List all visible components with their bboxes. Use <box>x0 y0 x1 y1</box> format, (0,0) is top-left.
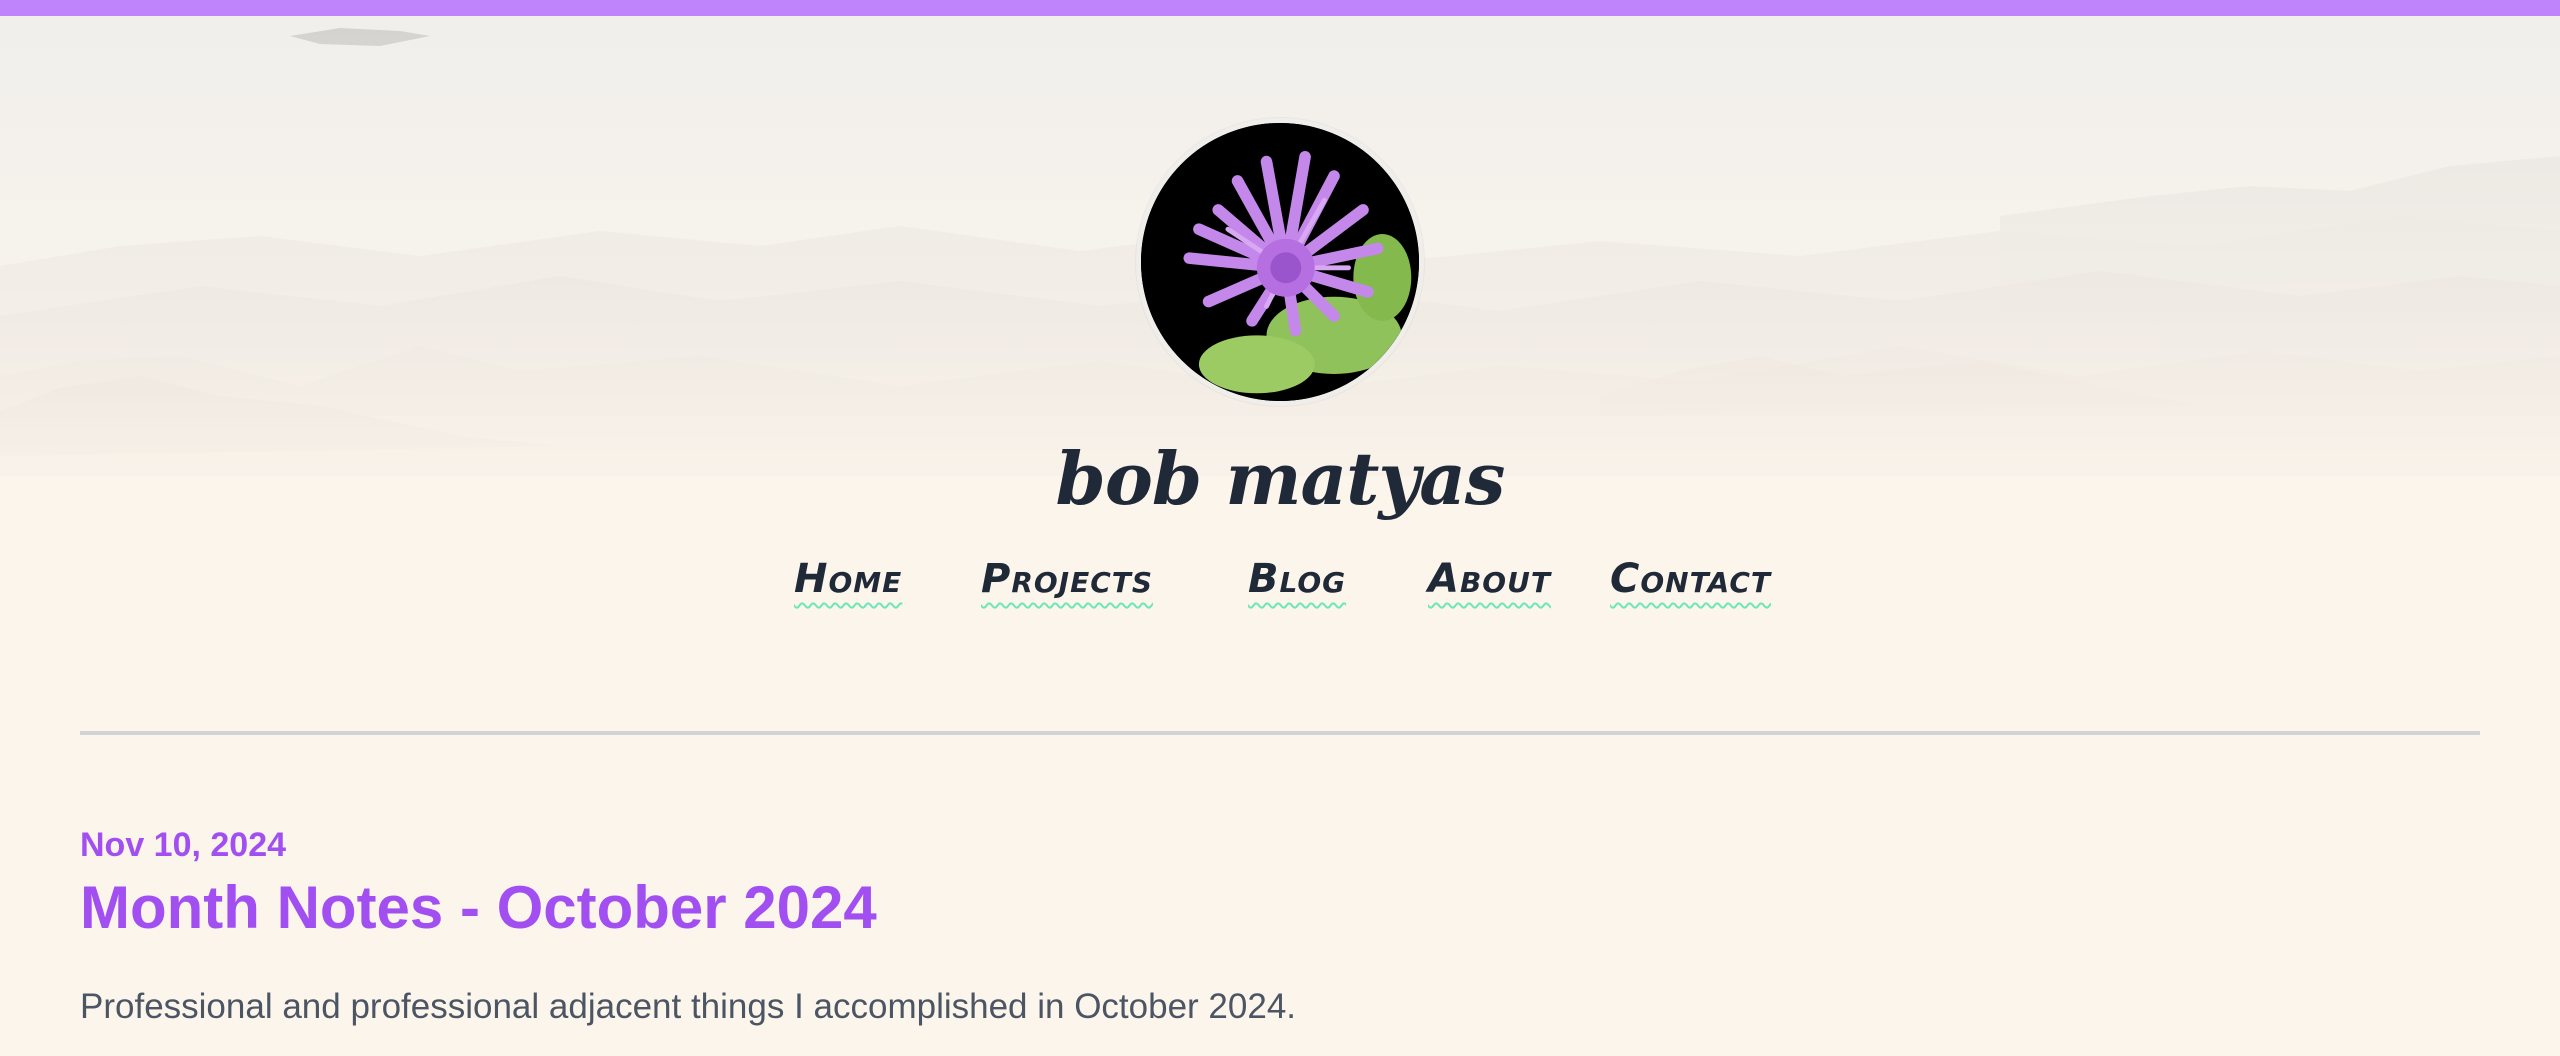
flower-icon <box>1141 123 1419 401</box>
nav-blog[interactable]: Blog <box>1248 556 1346 602</box>
nav-contact[interactable]: Contact <box>1610 556 1771 602</box>
divider <box>80 731 2480 735</box>
nav-home[interactable]: Home <box>794 556 902 602</box>
site-title[interactable]: bob matyas <box>0 436 2560 521</box>
post-title-link[interactable]: Month Notes - October 2024 <box>80 875 2480 941</box>
post-date: Nov 10, 2024 <box>80 826 287 864</box>
nav-about[interactable]: About <box>1428 556 1551 602</box>
nav-projects[interactable]: Projects <box>981 556 1153 602</box>
avatar[interactable] <box>1136 118 1424 406</box>
top-accent-bar <box>0 0 2560 16</box>
post-preview: Nov 10, 2024 Month Notes - October 2024 … <box>80 826 2480 1027</box>
main-nav: Home Projects Blog About Contact <box>0 556 2560 626</box>
post-summary: Professional and professional adjacent t… <box>80 987 1297 1026</box>
page: bob matyas Home Projects Blog About Cont… <box>0 0 2560 1056</box>
